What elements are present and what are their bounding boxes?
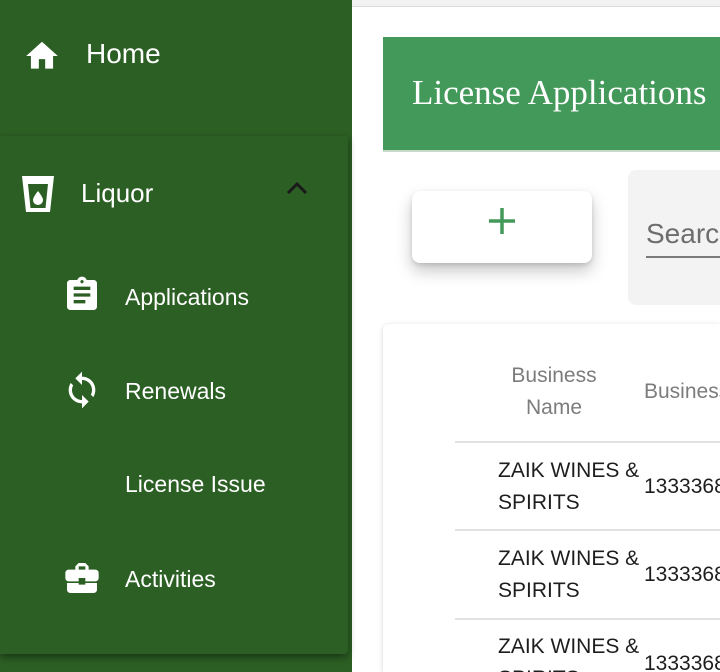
cell-business-number: 1333368 — [644, 563, 720, 586]
column-header-business-name[interactable]: Business Name — [493, 360, 615, 424]
sidebar-item-license-issue[interactable]: License Issue — [0, 446, 348, 526]
cell-business-name: ZAIK WINES & SPIRITS — [498, 635, 640, 672]
liquor-section: Liquor Applications Renewals License Iss… — [0, 136, 348, 654]
home-icon — [23, 37, 61, 75]
page-header: License Applications — [383, 37, 720, 152]
sidebar-item-home[interactable]: Home — [0, 0, 352, 110]
column-header-business[interactable]: Business — [644, 376, 720, 408]
sidebar-item-renewals[interactable]: Renewals — [0, 352, 348, 432]
sidebar: Home Liquor Applications Renewals Licens… — [0, 0, 352, 672]
sidebar-item-label: Renewals — [125, 378, 226, 404]
briefcase-icon — [62, 558, 102, 598]
applications-table: Business Name Business ZAIK WINES & SPIR… — [383, 324, 720, 672]
sidebar-item-label: Liquor — [81, 178, 154, 208]
add-application-button[interactable] — [412, 191, 592, 263]
sidebar-item-liquor[interactable]: Liquor — [0, 136, 348, 246]
clipboard-icon — [62, 275, 102, 315]
plus-icon — [488, 207, 516, 235]
divider — [455, 618, 720, 620]
cell-business-name: ZAIK WINES & SPIRITS — [498, 459, 640, 514]
chevron-up-icon[interactable] — [286, 180, 308, 196]
cell-business-name: ZAIK WINES & SPIRITS — [498, 547, 640, 602]
sidebar-item-label: License Issue — [125, 471, 266, 497]
search-box — [628, 170, 720, 305]
cell-business-number: 1333368 — [644, 475, 720, 498]
cell-business-number: 1333368 — [644, 652, 720, 672]
sidebar-item-applications[interactable]: Applications — [0, 258, 348, 338]
divider — [455, 441, 720, 443]
sidebar-item-label: Applications — [125, 284, 250, 310]
search-input[interactable] — [646, 212, 720, 258]
divider — [455, 529, 720, 531]
renew-icon — [62, 370, 102, 410]
liquor-glass-icon — [20, 174, 56, 214]
page-title: License Applications — [412, 73, 707, 112]
top-divider — [352, 0, 720, 7]
sidebar-item-label: Activities — [125, 566, 216, 592]
sidebar-item-activities[interactable]: Activities — [0, 540, 348, 620]
sidebar-item-label: Home — [86, 38, 161, 69]
